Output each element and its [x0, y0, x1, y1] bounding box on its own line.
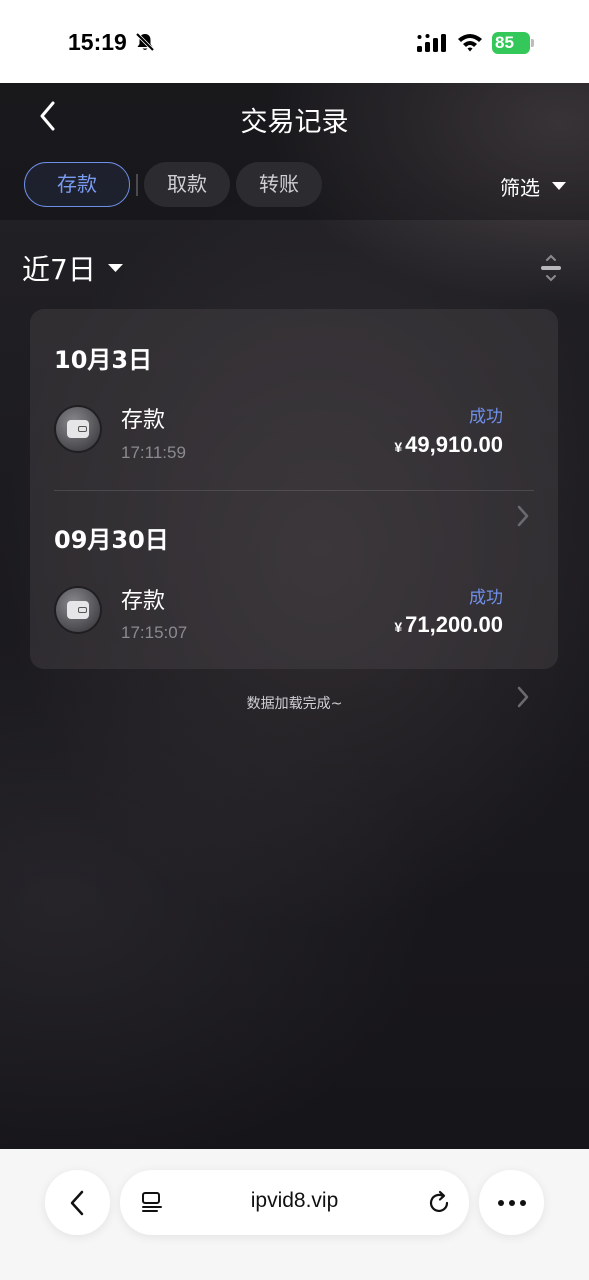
caret-down-icon[interactable]	[552, 181, 566, 191]
transaction-type: 存款	[121, 408, 166, 433]
url-text[interactable]: ipvid8.vip	[120, 1189, 469, 1213]
expand-collapse-icon[interactable]	[539, 254, 563, 282]
signal-icon	[417, 34, 446, 52]
reload-icon[interactable]	[426, 1190, 452, 1216]
browser-toolbar: ipvid8.vip	[0, 1149, 589, 1280]
currency-symbol: ¥	[394, 439, 403, 455]
tab-transfer[interactable]: 转账	[236, 162, 322, 207]
transaction-time: 17:11:59	[121, 443, 186, 462]
battery-nub	[531, 39, 534, 47]
wallet-clasp	[78, 426, 87, 432]
page-title: 交易记录	[240, 107, 349, 138]
transaction-status: 成功	[469, 588, 503, 608]
status-bar: 15:19 85	[0, 0, 589, 83]
chevron-left-icon	[70, 1190, 84, 1216]
filter-button[interactable]: 筛选	[500, 172, 540, 201]
wifi-icon	[458, 34, 482, 52]
tab-deposit[interactable]: 存款	[24, 162, 130, 207]
amount-value: 71,200.00	[405, 612, 503, 637]
battery-level: 85	[495, 33, 514, 52]
more-button[interactable]	[479, 1170, 544, 1235]
tab-divider	[136, 174, 138, 196]
transaction-card: 10月3日 存款 17:11:59 成功 ¥49,910.00 09月30日 存…	[30, 309, 558, 708]
amount-value: 49,910.00	[405, 432, 503, 457]
wallet-icon	[56, 407, 100, 451]
transaction-time: 17:15:07	[121, 623, 188, 642]
address-bar[interactable]: ipvid8.vip	[120, 1170, 469, 1235]
status-time: 15:19	[68, 29, 127, 55]
bell-slash-icon	[135, 32, 155, 52]
currency-symbol: ¥	[394, 619, 403, 635]
divider	[54, 490, 534, 491]
wallet-clasp	[78, 607, 87, 613]
transaction-status: 成功	[469, 407, 503, 427]
browser-back-button[interactable]	[45, 1170, 110, 1235]
app-content: 交易记录 存款 取款 转账 筛选 近7日 10月3日 存款 17:11:59 成…	[0, 83, 589, 1149]
chevron-right-icon[interactable]	[516, 504, 530, 528]
caret-down-icon[interactable]	[108, 263, 123, 273]
more-dots-icon	[498, 1200, 526, 1206]
transaction-type: 存款	[121, 589, 166, 614]
battery-charging-icon: 85	[492, 32, 534, 54]
load-complete-text: 数据加载完成~	[246, 696, 343, 712]
transaction-amount: ¥71,200.00	[394, 612, 503, 638]
date-header: 09月30日	[54, 526, 169, 554]
period-selector[interactable]: 近7日	[22, 248, 96, 288]
tab-withdraw[interactable]: 取款	[144, 162, 230, 207]
transaction-amount: ¥49,910.00	[394, 432, 503, 458]
date-header: 10月3日	[54, 346, 153, 374]
wallet-icon	[56, 588, 100, 632]
